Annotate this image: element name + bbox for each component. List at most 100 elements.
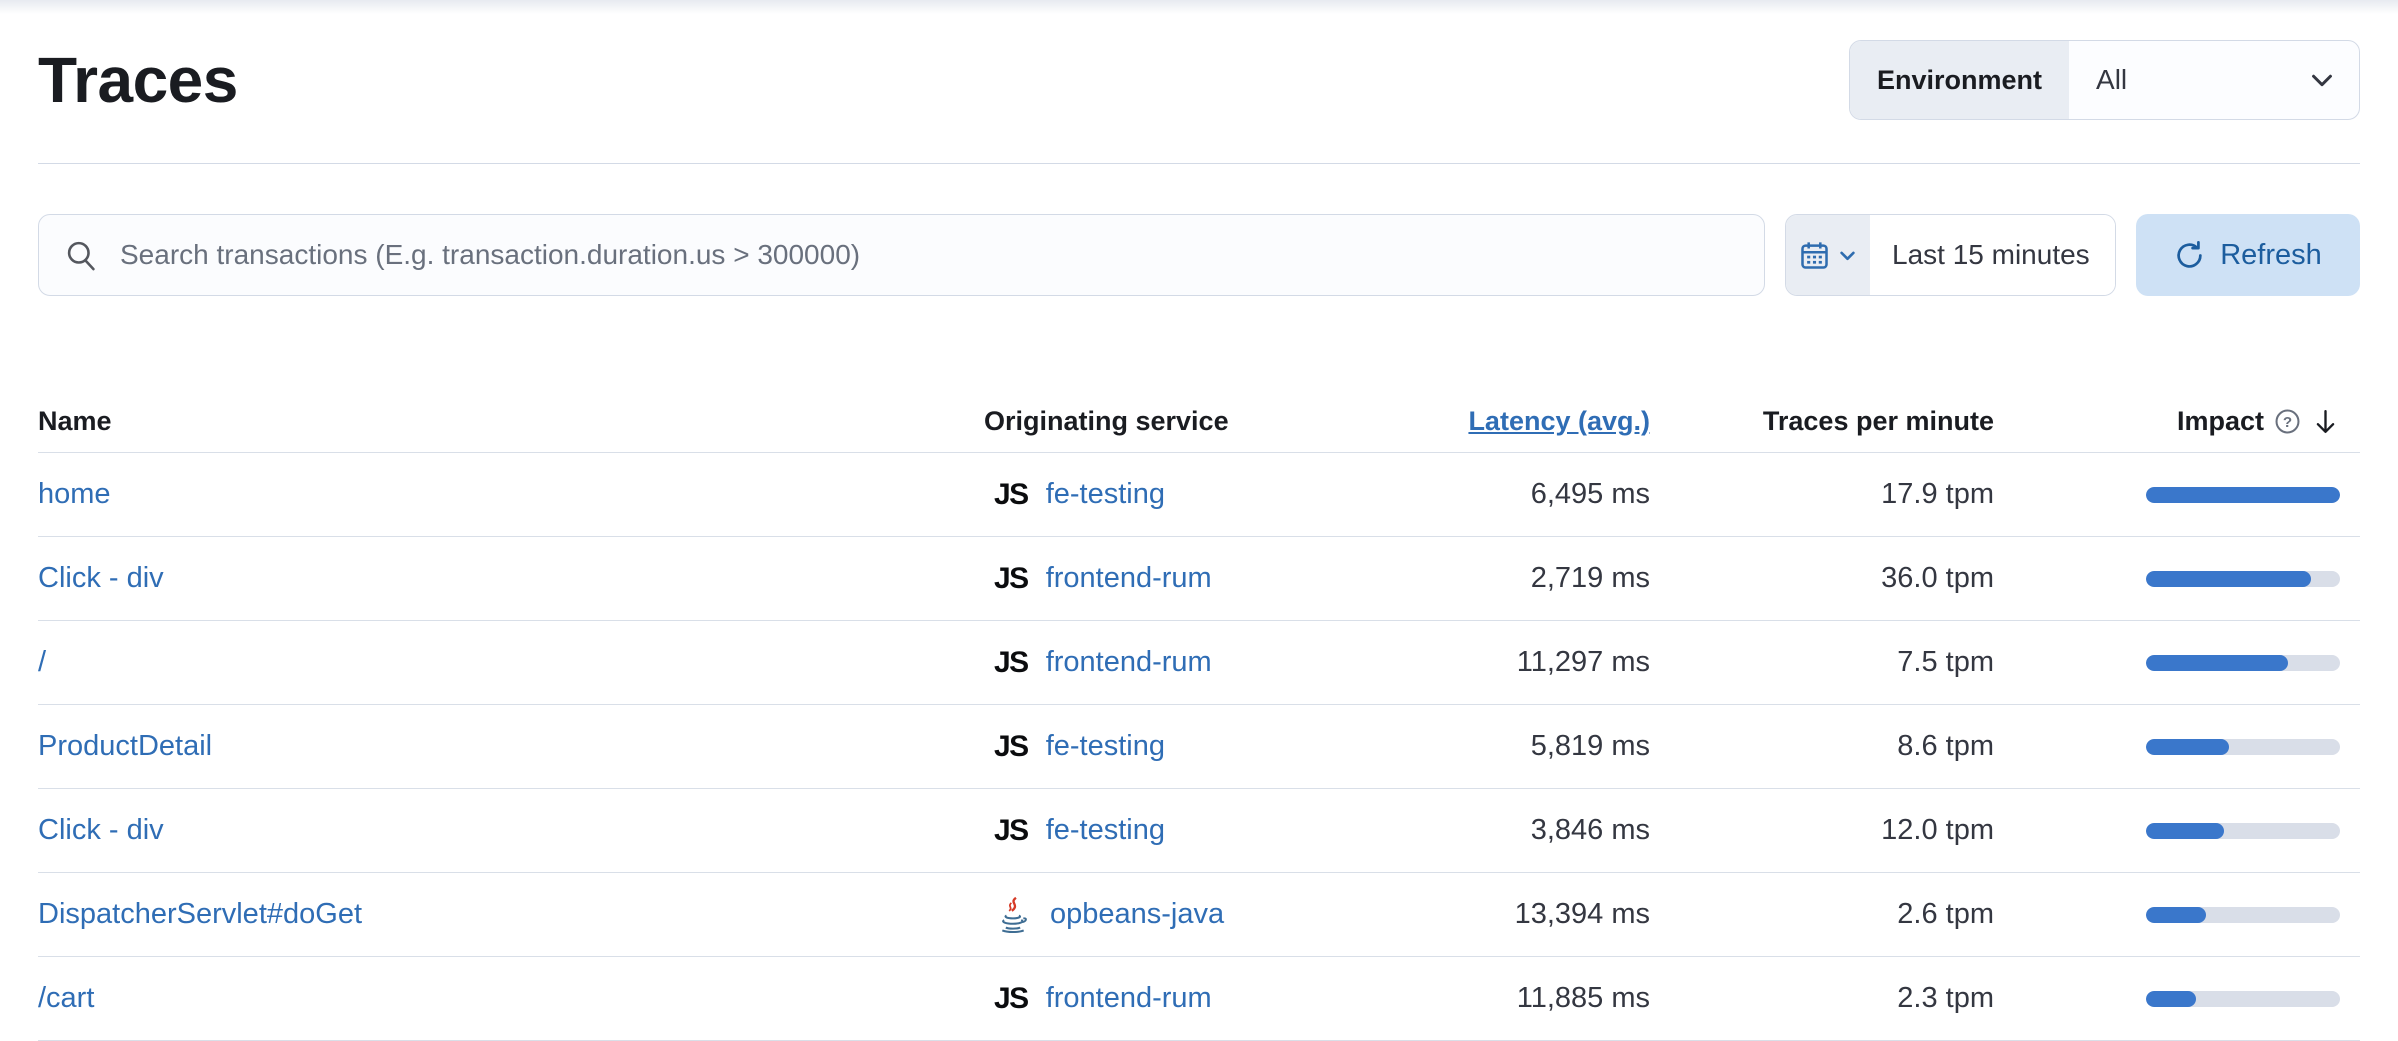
service-cell: JS frontend-rum	[984, 646, 1340, 680]
tpm-value: 2.6 tpm	[1650, 898, 1994, 931]
environment-select[interactable]: All	[2069, 41, 2359, 119]
table-row: Click - div JS frontend-rum 2,719 ms 36.…	[38, 537, 2360, 621]
latency-value: 11,885 ms	[1340, 982, 1650, 1015]
impact-bar-track	[2146, 487, 2340, 503]
filter-bar: Last 15 minutes Refresh	[38, 214, 2360, 296]
chevron-down-icon	[1837, 245, 1858, 266]
name-cell: home	[38, 478, 984, 511]
name-cell: ProductDetail	[38, 730, 984, 763]
service-cell: JS fe-testing	[984, 814, 1340, 848]
impact-bar-fill	[2146, 655, 2288, 671]
column-header-impact[interactable]: Impact ?	[1994, 406, 2360, 437]
js-agent-icon: JS	[994, 982, 1028, 1016]
impact-bar-track	[2146, 991, 2340, 1007]
date-picker: Last 15 minutes	[1785, 214, 2116, 296]
transaction-name-link[interactable]: Click - div	[38, 562, 164, 594]
impact-header-label: Impact	[2177, 406, 2264, 437]
latency-value: 13,394 ms	[1340, 898, 1650, 931]
environment-selected-value: All	[2096, 64, 2127, 96]
table-row: home JS fe-testing 6,495 ms 17.9 tpm	[38, 453, 2360, 537]
service-cell: JS frontend-rum	[984, 562, 1340, 596]
impact-cell	[1994, 571, 2360, 587]
tpm-value: 36.0 tpm	[1650, 562, 1994, 595]
table-row: / JS frontend-rum 11,297 ms 7.5 tpm	[38, 621, 2360, 705]
header-divider	[38, 163, 2360, 164]
sort-desc-arrow-icon	[2311, 407, 2340, 436]
transaction-name-link[interactable]: /	[38, 646, 46, 678]
table-header-row: Name Originating service Latency (avg.) …	[38, 390, 2360, 453]
transaction-name-link[interactable]: home	[38, 478, 111, 510]
transaction-name-link[interactable]: Click - div	[38, 814, 164, 846]
refresh-label: Refresh	[2220, 239, 2322, 272]
service-link[interactable]: fe-testing	[1046, 814, 1165, 847]
impact-bar-fill	[2146, 739, 2229, 755]
transaction-name-link[interactable]: /cart	[38, 982, 94, 1014]
impact-cell	[1994, 487, 2360, 503]
js-agent-icon: JS	[994, 814, 1028, 848]
tpm-value: 7.5 tpm	[1650, 646, 1994, 679]
name-cell: DispatcherServlet#doGet	[38, 898, 984, 931]
impact-bar-track	[2146, 823, 2340, 839]
search-input[interactable]	[118, 238, 1738, 272]
column-header-service: Originating service	[984, 406, 1340, 437]
impact-cell	[1994, 655, 2360, 671]
table-row: /cart JS frontend-rum 11,885 ms 2.3 tpm	[38, 957, 2360, 1041]
transaction-name-link[interactable]: DispatcherServlet#doGet	[38, 898, 362, 930]
js-agent-icon: JS	[994, 562, 1028, 596]
latency-value: 11,297 ms	[1340, 646, 1650, 679]
service-cell: JS fe-testing	[984, 478, 1340, 512]
service-cell: JS fe-testing	[984, 730, 1340, 764]
impact-bar-track	[2146, 739, 2340, 755]
service-link[interactable]: fe-testing	[1046, 478, 1165, 511]
name-cell: Click - div	[38, 562, 984, 595]
service-cell: JS frontend-rum	[984, 982, 1340, 1016]
table-row: Click - div JS fe-testing 3,846 ms 12.0 …	[38, 789, 2360, 873]
js-agent-icon: JS	[994, 646, 1028, 680]
refresh-icon	[2174, 240, 2205, 271]
date-picker-toggle[interactable]	[1786, 215, 1870, 295]
latency-value: 5,819 ms	[1340, 730, 1650, 763]
traces-table: Name Originating service Latency (avg.) …	[38, 390, 2360, 1041]
impact-cell	[1994, 739, 2360, 755]
impact-bar-track	[2146, 907, 2340, 923]
service-link[interactable]: frontend-rum	[1046, 646, 1212, 679]
column-header-tpm: Traces per minute	[1650, 406, 1994, 437]
refresh-button[interactable]: Refresh	[2136, 214, 2360, 296]
service-link[interactable]: frontend-rum	[1046, 982, 1212, 1015]
latency-sort-link[interactable]: Latency (avg.)	[1468, 406, 1650, 436]
service-link[interactable]: fe-testing	[1046, 730, 1165, 763]
column-header-name: Name	[38, 406, 984, 437]
search-box[interactable]	[38, 214, 1765, 296]
name-cell: /	[38, 646, 984, 679]
js-agent-icon: JS	[994, 730, 1028, 764]
impact-cell	[1994, 823, 2360, 839]
search-icon	[65, 239, 98, 272]
column-header-latency[interactable]: Latency (avg.)	[1340, 406, 1650, 437]
latency-value: 6,495 ms	[1340, 478, 1650, 511]
help-icon[interactable]: ?	[2274, 408, 2301, 435]
tpm-value: 17.9 tpm	[1650, 478, 1994, 511]
page-title: Traces	[38, 43, 238, 117]
environment-selector[interactable]: Environment All	[1849, 40, 2360, 120]
service-cell: JS opbeans-java	[984, 896, 1340, 934]
time-range-button[interactable]: Last 15 minutes	[1870, 215, 2115, 295]
table-row: ProductDetail JS fe-testing 5,819 ms 8.6…	[38, 705, 2360, 789]
service-link[interactable]: frontend-rum	[1046, 562, 1212, 595]
impact-bar-track	[2146, 655, 2340, 671]
name-cell: /cart	[38, 982, 984, 1015]
impact-bar-track	[2146, 571, 2340, 587]
tpm-value: 2.3 tpm	[1650, 982, 1994, 1015]
latency-value: 3,846 ms	[1340, 814, 1650, 847]
java-agent-icon	[994, 896, 1032, 934]
table-row: DispatcherServlet#doGet JS opbeans-java …	[38, 873, 2360, 957]
transaction-name-link[interactable]: ProductDetail	[38, 730, 212, 762]
impact-bar-fill	[2146, 571, 2311, 587]
page-top-scroll-shadow	[0, 0, 2398, 14]
impact-bar-fill	[2146, 991, 2196, 1007]
svg-text:?: ?	[2283, 413, 2292, 430]
service-link[interactable]: opbeans-java	[1050, 898, 1224, 931]
page-header: Traces Environment All	[38, 38, 2360, 122]
impact-bar-fill	[2146, 823, 2224, 839]
impact-cell	[1994, 907, 2360, 923]
environment-label: Environment	[1850, 41, 2069, 119]
